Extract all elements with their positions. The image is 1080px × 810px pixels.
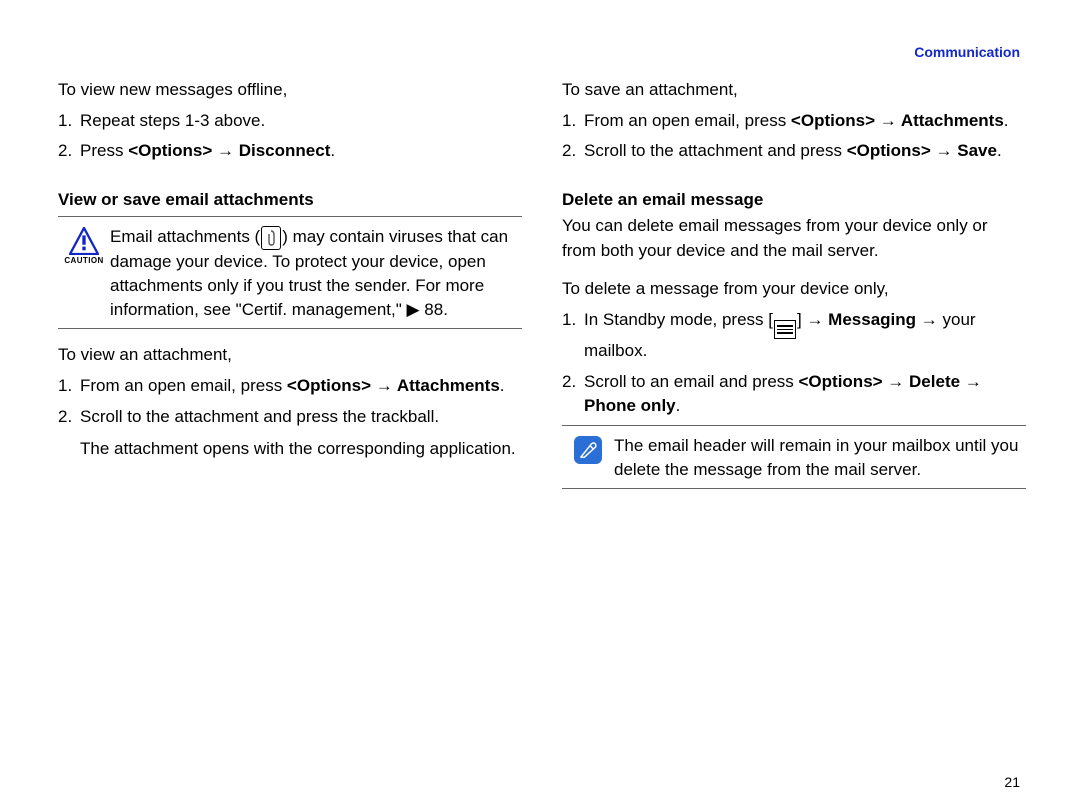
- left-column: To view new messages offline, 1. Repeat …: [58, 78, 522, 497]
- section-header: Communication: [58, 44, 1026, 60]
- save-step-2: 2. Scroll to the attachment and press <O…: [562, 139, 1026, 164]
- right-column: To save an attachment, 1. From an open e…: [562, 78, 1026, 497]
- xref-arrow-icon: ▶: [406, 300, 419, 319]
- section-title-view-save: View or save email attachments: [58, 190, 522, 210]
- arrow-text: →: [212, 141, 238, 160]
- arrow-text: →: [883, 372, 909, 391]
- delete-step-1: 1. In Standby mode, press [ ] → Messaging…: [562, 308, 1026, 364]
- step-number: 2.: [562, 139, 584, 164]
- arrow-text: →: [960, 372, 982, 391]
- view-step-1: 1. From an open email, press <Options> →…: [58, 374, 522, 399]
- arrow-text: →: [931, 141, 957, 160]
- step-text: From an open email, press <Options> → At…: [584, 109, 1026, 134]
- step-text: Scroll to an email and press <Options> →…: [584, 370, 1026, 419]
- arrow-text: →: [916, 310, 942, 329]
- bold-text: Save: [957, 141, 997, 160]
- divider: [562, 425, 1026, 426]
- note-text: The email header will remain in your mai…: [614, 434, 1026, 482]
- text: Scroll to an email and press: [584, 372, 799, 391]
- bold-text: Disconnect: [239, 141, 331, 160]
- delete-step-2: 2. Scroll to an email and press <Options…: [562, 370, 1026, 419]
- caution-callout: CAUTION Email attachments () may contain…: [58, 225, 522, 322]
- bold-text: <Options>: [791, 111, 875, 130]
- arrow-text: →: [875, 111, 901, 130]
- step-number: 1.: [58, 109, 80, 134]
- view-step-2-sub: The attachment opens with the correspond…: [80, 437, 522, 462]
- text: From an open email, press: [584, 111, 791, 130]
- text: .: [997, 141, 1002, 160]
- text: In Standby mode, press [: [584, 310, 773, 329]
- divider: [58, 216, 522, 217]
- bold-text: Attachments: [901, 111, 1004, 130]
- bold-text: <Options>: [847, 141, 931, 160]
- step-text: From an open email, press <Options> → At…: [80, 374, 522, 399]
- view-step-2: 2. Scroll to the attachment and press th…: [58, 405, 522, 430]
- text: 88.: [420, 300, 448, 319]
- bold-text: Phone only: [584, 396, 676, 415]
- caution-label: CAUTION: [64, 256, 103, 265]
- step-text: Repeat steps 1-3 above.: [80, 109, 522, 134]
- bold-text: Delete: [909, 372, 960, 391]
- step-number: 2.: [562, 370, 584, 419]
- divider: [58, 328, 522, 329]
- bold-text: <Options>: [128, 141, 212, 160]
- text: .: [330, 141, 335, 160]
- bold-text: Messaging: [828, 310, 916, 329]
- page-number: 21: [1004, 774, 1020, 790]
- step-number: 1.: [562, 308, 584, 364]
- text: .: [676, 396, 681, 415]
- step-number: 1.: [562, 109, 584, 134]
- offline-step-2: 2. Press <Options> → Disconnect.: [58, 139, 522, 164]
- delete-intro: You can delete email messages from your …: [562, 214, 1026, 263]
- menu-key-icon: [774, 320, 796, 339]
- attachment-icon: [261, 226, 281, 250]
- text: Scroll to the attachment and press: [584, 141, 847, 160]
- step-number: 1.: [58, 374, 80, 399]
- caution-text: Email attachments () may contain viruses…: [110, 225, 522, 322]
- step-number: 2.: [58, 405, 80, 430]
- note-icon: [574, 436, 602, 464]
- text: From an open email, press: [80, 376, 287, 395]
- caution-icon: [69, 227, 99, 255]
- note-callout: The email header will remain in your mai…: [562, 434, 1026, 482]
- bold-text: Attachments: [397, 376, 500, 395]
- divider: [562, 488, 1026, 489]
- text: Email attachments (: [110, 227, 260, 246]
- step-number: 2.: [58, 139, 80, 164]
- view-attachment-intro: To view an attachment,: [58, 343, 522, 368]
- step-text: Scroll to the attachment and press the t…: [80, 405, 522, 430]
- bold-text: <Options>: [799, 372, 883, 391]
- offline-intro: To view new messages offline,: [58, 78, 522, 103]
- offline-step-1: 1. Repeat steps 1-3 above.: [58, 109, 522, 134]
- arrow-text: →: [371, 376, 397, 395]
- step-text: In Standby mode, press [] → Messaging → …: [584, 308, 1026, 364]
- step-text: Scroll to the attachment and press <Opti…: [584, 139, 1026, 164]
- text: ] →: [797, 310, 828, 329]
- save-step-1: 1. From an open email, press <Options> →…: [562, 109, 1026, 134]
- text: .: [1004, 111, 1009, 130]
- text: .: [500, 376, 505, 395]
- step-text: Press <Options> → Disconnect.: [80, 139, 522, 164]
- text: Press: [80, 141, 128, 160]
- bold-text: <Options>: [287, 376, 371, 395]
- delete-sub-intro: To delete a message from your device onl…: [562, 277, 1026, 302]
- save-attachment-intro: To save an attachment,: [562, 78, 1026, 103]
- section-title-delete: Delete an email message: [562, 190, 1026, 210]
